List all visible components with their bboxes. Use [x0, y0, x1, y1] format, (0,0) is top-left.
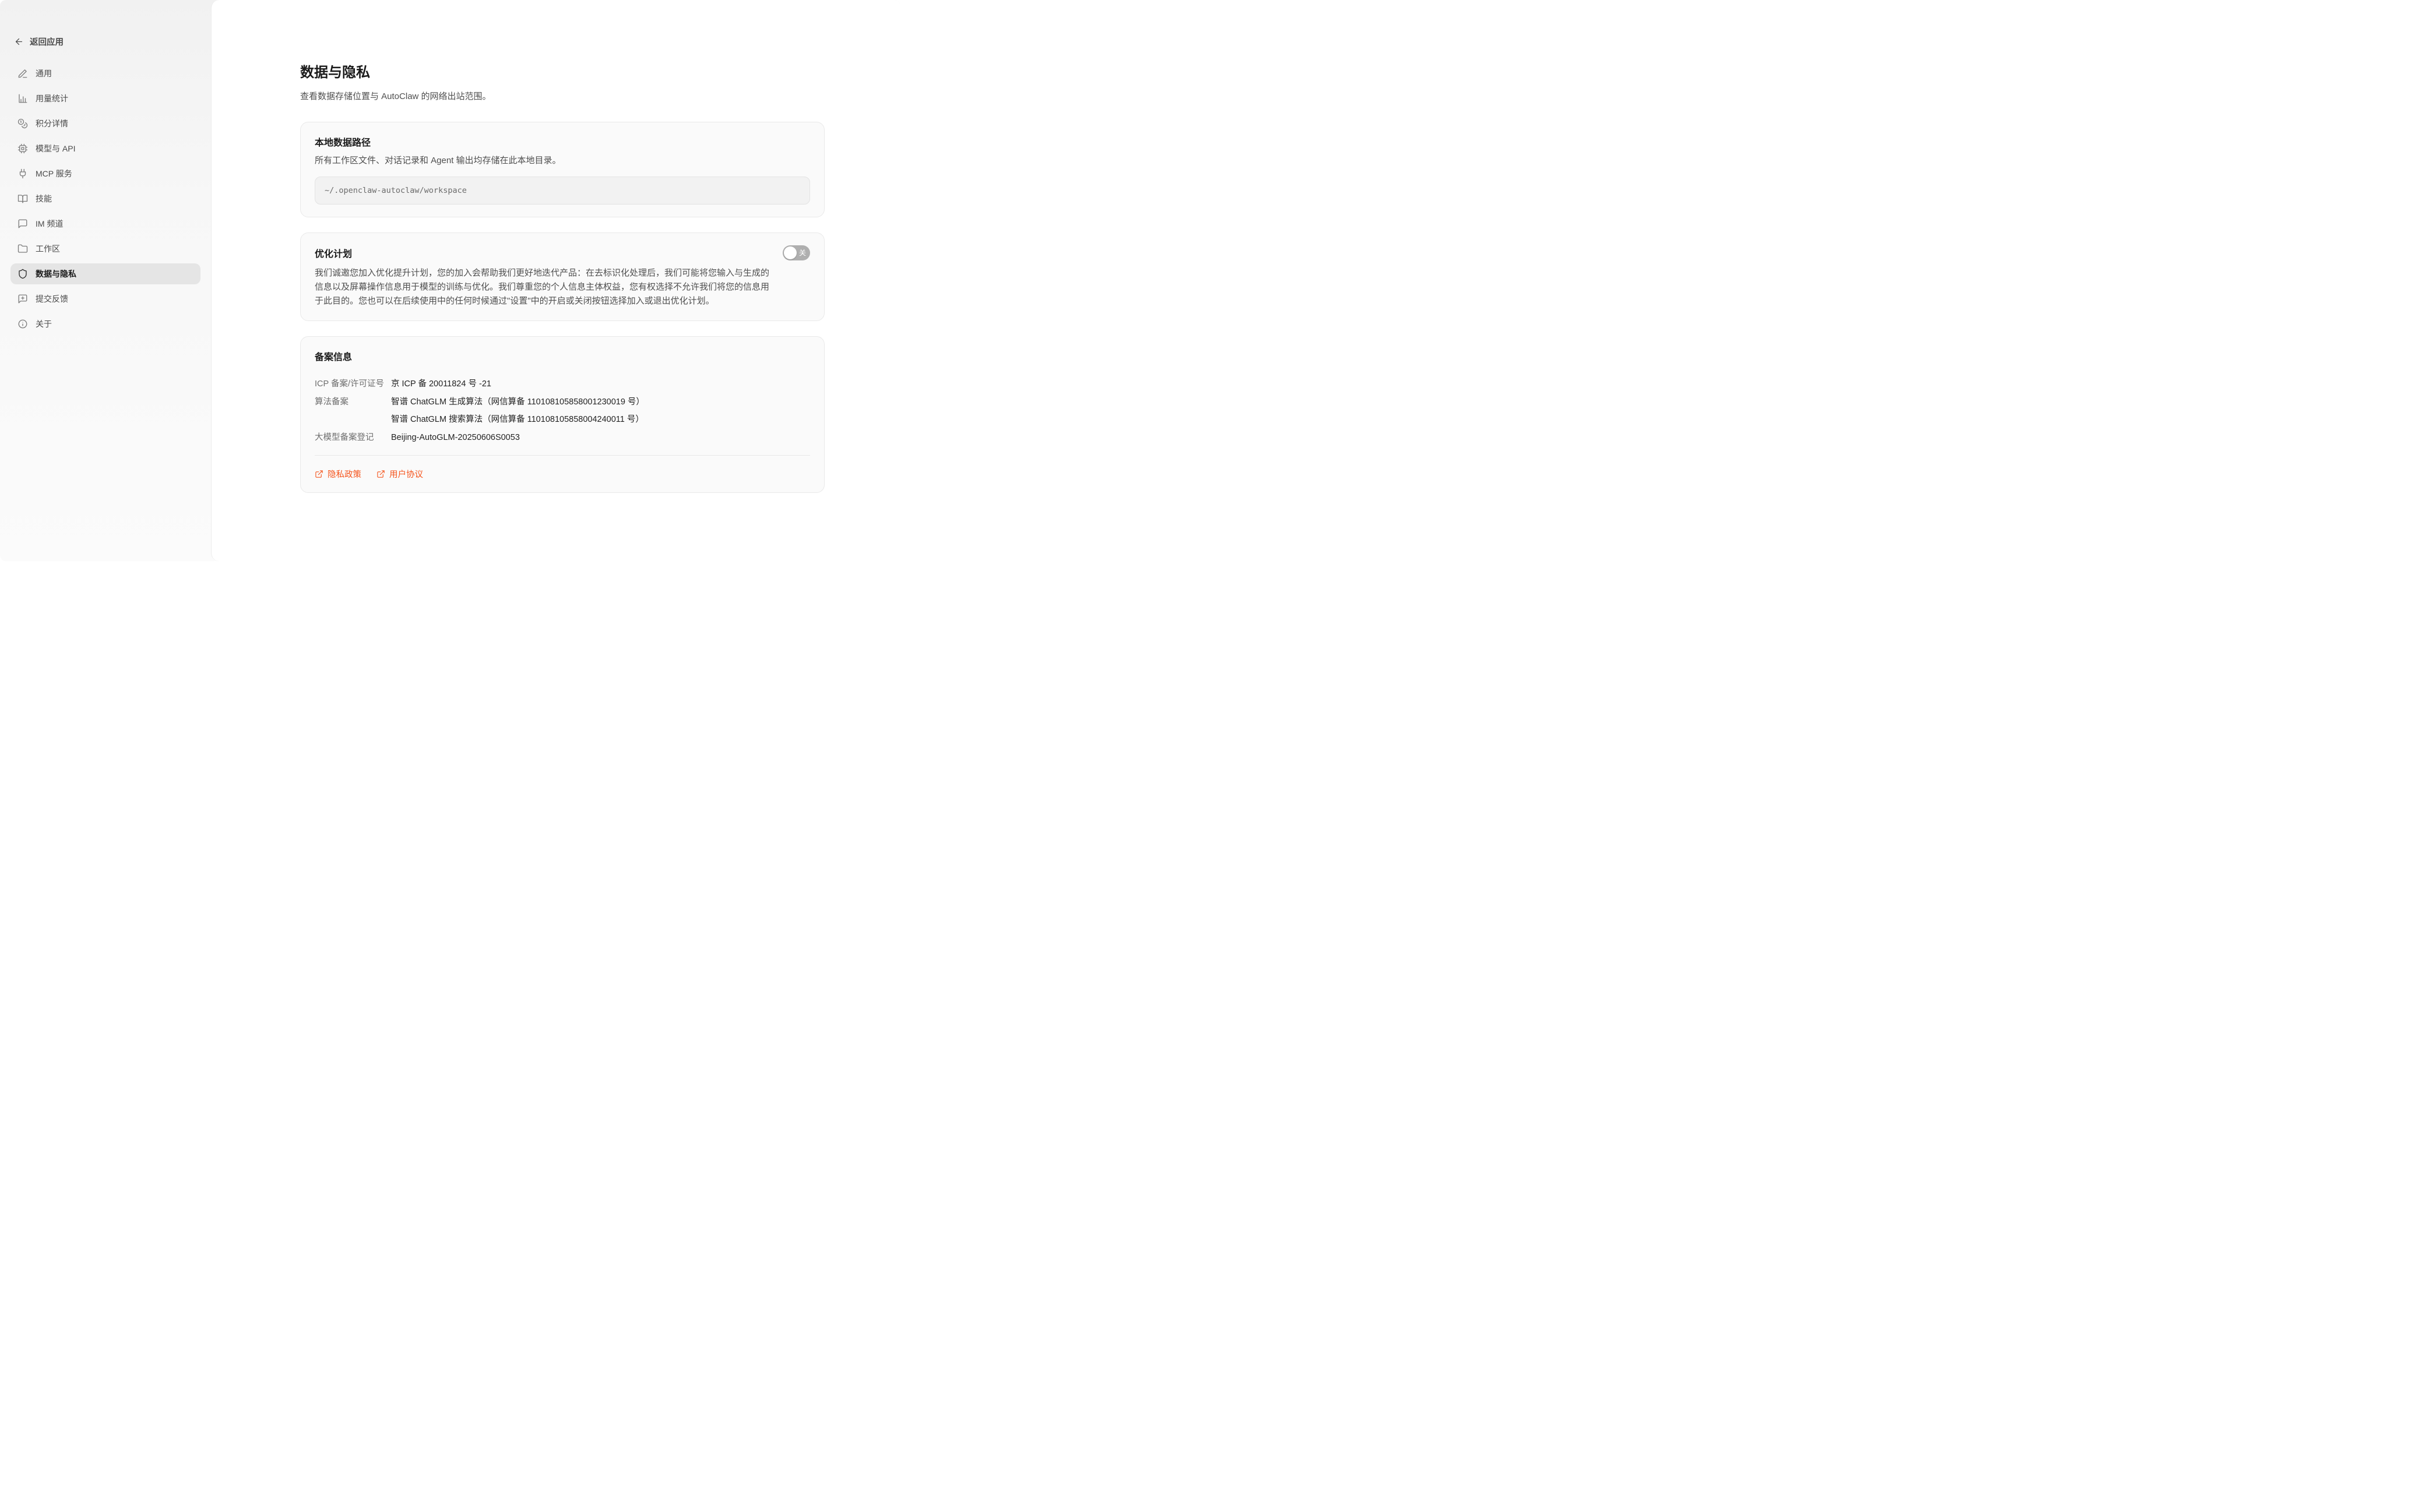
page-subtitle: 查看数据存储位置与 AutoClaw 的网络出站范围。 [300, 90, 825, 102]
toggle-state-label: 关 [799, 249, 806, 256]
filing-row-value: Beijing-AutoGLM-20250606S0053 [391, 432, 520, 444]
sidebar-item-credits[interactable]: 积分详情 [10, 113, 200, 134]
sidebar-item-label: 提交反馈 [36, 293, 68, 305]
optimization-plan-description: 我们诚邀您加入优化提升计划，您的加入会帮助我们更好地迭代产品：在去标识化处理后，… [315, 266, 769, 308]
filing-row-value: 京 ICP 备 20011824 号 -21 [391, 378, 491, 390]
sidebar-item-workspace[interactable]: 工作区 [10, 238, 200, 259]
filing-info-card: 备案信息 ICP 备案/许可证号 京 ICP 备 20011824 号 -21 … [300, 336, 825, 493]
local-data-path-description: 所有工作区文件、对话记录和 Agent 输出均存储在此本地目录。 [315, 154, 810, 166]
sidebar-item-label: 积分详情 [36, 118, 68, 129]
sidebar-item-about[interactable]: 关于 [10, 313, 200, 334]
filing-info-title: 备案信息 [315, 349, 810, 363]
sidebar-item-label: IM 频道 [36, 218, 63, 230]
pencil-icon [17, 68, 28, 79]
toggle-knob [784, 246, 797, 259]
sidebar-item-models-api[interactable]: 模型与 API [10, 138, 200, 159]
external-link-icon [315, 470, 323, 478]
back-to-app-button[interactable]: 返回应用 [10, 34, 200, 49]
back-to-app-label: 返回应用 [30, 36, 64, 48]
privacy-policy-label: 隐私政策 [328, 468, 361, 480]
sidebar-item-label: 通用 [36, 68, 52, 79]
local-data-path-card: 本地数据路径 所有工作区文件、对话记录和 Agent 输出均存储在此本地目录。 [300, 122, 825, 217]
sidebar-item-label: MCP 服务 [36, 168, 72, 179]
sidebar-item-label: 工作区 [36, 243, 60, 255]
user-agreement-link[interactable]: 用户协议 [376, 468, 423, 480]
coins-icon [17, 118, 28, 129]
sidebar-item-label: 用量统计 [36, 93, 68, 104]
optimization-toggle[interactable]: 关 [783, 245, 810, 260]
settings-window: 返回应用 通用 用量统计 积分详情 [0, 0, 900, 561]
filing-divider [315, 455, 810, 456]
sidebar-item-feedback[interactable]: 提交反馈 [10, 288, 200, 309]
privacy-policy-link[interactable]: 隐私政策 [315, 468, 361, 480]
optimization-plan-title: 优化计划 [315, 246, 352, 260]
filing-row-label: 算法备案 [315, 396, 391, 408]
filing-row-label: ICP 备案/许可证号 [315, 378, 391, 390]
sidebar-item-mcp-services[interactable]: MCP 服务 [10, 163, 200, 184]
plug-icon [17, 168, 28, 179]
filing-row-icp: ICP 备案/许可证号 京 ICP 备 20011824 号 -21 [315, 378, 810, 390]
sidebar-item-label: 关于 [36, 318, 52, 330]
filing-row-large-model: 大模型备案登记 Beijing-AutoGLM-20250606S0053 [315, 432, 810, 444]
sidebar-item-usage-stats[interactable]: 用量统计 [10, 88, 200, 109]
main-panel: 数据与隐私 查看数据存储位置与 AutoClaw 的网络出站范围。 本地数据路径… [211, 0, 900, 561]
page-title: 数据与隐私 [300, 61, 825, 81]
local-data-path-title: 本地数据路径 [315, 135, 810, 149]
optimization-plan-card: 优化计划 关 我们诚邀您加入优化提升计划，您的加入会帮助我们更好地迭代产品：在去… [300, 232, 825, 321]
book-open-icon [17, 193, 28, 204]
user-agreement-label: 用户协议 [389, 468, 423, 480]
bar-chart-icon [17, 93, 28, 104]
sidebar-item-data-privacy[interactable]: 数据与隐私 [10, 263, 200, 284]
sidebar-item-label: 数据与隐私 [36, 268, 76, 280]
message-plus-icon [17, 294, 28, 304]
filing-row-label: 大模型备案登记 [315, 432, 391, 444]
arrow-left-icon [14, 37, 24, 47]
shield-icon [17, 269, 28, 279]
folder-icon [17, 244, 28, 254]
local-data-path-field[interactable] [315, 177, 810, 205]
settings-sidebar: 返回应用 通用 用量统计 积分详情 [0, 0, 211, 561]
sidebar-nav: 通用 用量统计 积分详情 模型与 API [10, 63, 200, 334]
message-icon [17, 218, 28, 229]
cpu-icon [17, 143, 28, 154]
info-icon [17, 319, 28, 329]
filing-row-value: 智谱 ChatGLM 搜索算法（网信算备 1101081058580042400… [391, 414, 645, 426]
sidebar-item-im-channels[interactable]: IM 频道 [10, 213, 200, 234]
sidebar-item-label: 技能 [36, 193, 52, 205]
filing-row-algorithm: 算法备案 智谱 ChatGLM 生成算法（网信算备 11010810585800… [315, 396, 810, 426]
sidebar-item-skills[interactable]: 技能 [10, 188, 200, 209]
sidebar-item-general[interactable]: 通用 [10, 63, 200, 84]
sidebar-item-label: 模型与 API [36, 143, 75, 154]
external-link-icon [376, 470, 385, 478]
filing-row-value: 智谱 ChatGLM 生成算法（网信算备 1101081058580012300… [391, 396, 645, 408]
